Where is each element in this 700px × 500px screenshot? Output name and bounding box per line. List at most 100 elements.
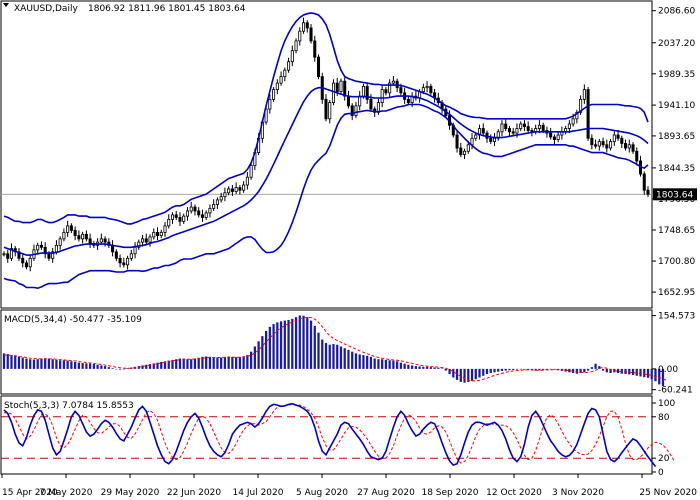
candle-body	[316, 56, 321, 78]
candle-body	[152, 231, 156, 238]
candle-body	[230, 188, 234, 192]
macd-bar	[381, 359, 384, 369]
candle-body	[406, 98, 410, 103]
price-tick-label: 1700.80	[658, 257, 695, 267]
macd-bar	[44, 358, 47, 369]
candle-body	[597, 141, 601, 147]
stoch-tick-label: 20	[658, 454, 670, 464]
macd-bar	[347, 349, 350, 369]
macd-bar	[358, 354, 361, 369]
candle-body	[234, 187, 238, 192]
macd-bar	[410, 365, 414, 369]
candle-body	[215, 199, 219, 205]
candle-body	[54, 244, 58, 253]
time-tick-label: 18 Sep 2020	[421, 488, 478, 498]
macd-bar	[88, 363, 92, 369]
candle-body	[6, 253, 10, 259]
macd-bar	[235, 357, 238, 369]
macd-bar	[643, 368, 646, 378]
macd-bar	[32, 359, 36, 369]
candle-body	[522, 123, 526, 127]
macd-bar	[272, 324, 275, 369]
candle-body	[549, 132, 553, 138]
time-tick-label: 5 Aug 2020	[296, 488, 348, 498]
macd-bar	[336, 344, 339, 369]
price-tick-label: 1893.65	[658, 132, 695, 142]
macd-bar	[332, 344, 335, 369]
candle-body	[159, 231, 163, 237]
macd-bar	[422, 366, 425, 369]
candle-body	[200, 214, 204, 218]
candle-body	[507, 128, 511, 133]
macd-tick-label: -60.241	[658, 386, 693, 396]
candle-body	[616, 134, 620, 139]
macd-bar	[549, 368, 552, 370]
candle-body	[605, 144, 609, 149]
candle-body	[515, 128, 519, 134]
macd-tick-label: 0.00	[658, 365, 678, 375]
candle-body	[24, 262, 28, 268]
candle-body	[582, 89, 586, 100]
candle-body	[155, 231, 160, 237]
candle-body	[384, 89, 388, 94]
candle-body	[590, 137, 594, 146]
candle-body	[238, 187, 242, 191]
candle-body	[193, 206, 197, 212]
macd-bar	[493, 368, 496, 373]
candle-body	[197, 210, 201, 216]
candle-body	[552, 136, 556, 140]
candle-body	[571, 118, 575, 125]
macd-bar	[223, 357, 227, 369]
macd-bar	[81, 363, 84, 369]
macd-bar	[96, 364, 99, 369]
macd-bar	[407, 364, 410, 369]
macd-bar	[317, 332, 320, 369]
candle-body	[268, 98, 272, 110]
macd-bar	[238, 357, 242, 369]
macd-bar	[616, 368, 620, 374]
macd-bar	[118, 368, 122, 370]
candle-body	[309, 27, 313, 42]
macd-bar	[414, 366, 417, 369]
macd-bar	[59, 360, 62, 369]
macd-bar	[508, 368, 511, 371]
candle-body	[182, 215, 186, 222]
candle-body	[624, 143, 628, 149]
candle-body	[594, 144, 598, 147]
macd-bar	[298, 315, 301, 369]
candle-body	[249, 165, 253, 178]
candle-body	[163, 225, 167, 233]
candle-body	[122, 262, 126, 266]
macd-bar	[631, 368, 635, 376]
candle-body	[459, 147, 463, 155]
macd-bar	[399, 362, 403, 369]
macd-bar	[111, 368, 114, 369]
macd-bar	[646, 368, 650, 378]
macd-bar	[268, 326, 271, 369]
candle-body	[511, 131, 515, 134]
macd-bar	[253, 346, 256, 369]
time-tick-label: 3 Nov 2020	[552, 488, 604, 498]
candle-body	[227, 188, 231, 194]
candle-body	[2, 253, 6, 256]
candle-body	[631, 144, 635, 152]
candle-body	[380, 89, 384, 103]
xauusd-chart[interactable]: 2086.60 2037.20 1989.35 1941.10 1893.65 1844.…	[0, 0, 700, 500]
macd-bar	[193, 358, 197, 369]
candle-body	[399, 87, 403, 94]
macd-bar	[586, 368, 590, 371]
time-tick-label: 7 May 2020	[40, 488, 93, 498]
candle-body	[463, 150, 467, 155]
macd-bar	[257, 341, 260, 369]
macd-bar	[542, 368, 545, 370]
macd-bar	[197, 357, 200, 369]
candle-body	[84, 233, 88, 240]
macd-bar	[212, 357, 215, 369]
macd-bar	[437, 367, 440, 369]
candle-body	[324, 98, 328, 120]
candle-body	[500, 123, 504, 133]
candle-body	[346, 95, 350, 107]
macd-bar	[418, 366, 421, 369]
stoch-tick-label: 100	[658, 399, 675, 409]
macd-bar	[276, 322, 279, 369]
